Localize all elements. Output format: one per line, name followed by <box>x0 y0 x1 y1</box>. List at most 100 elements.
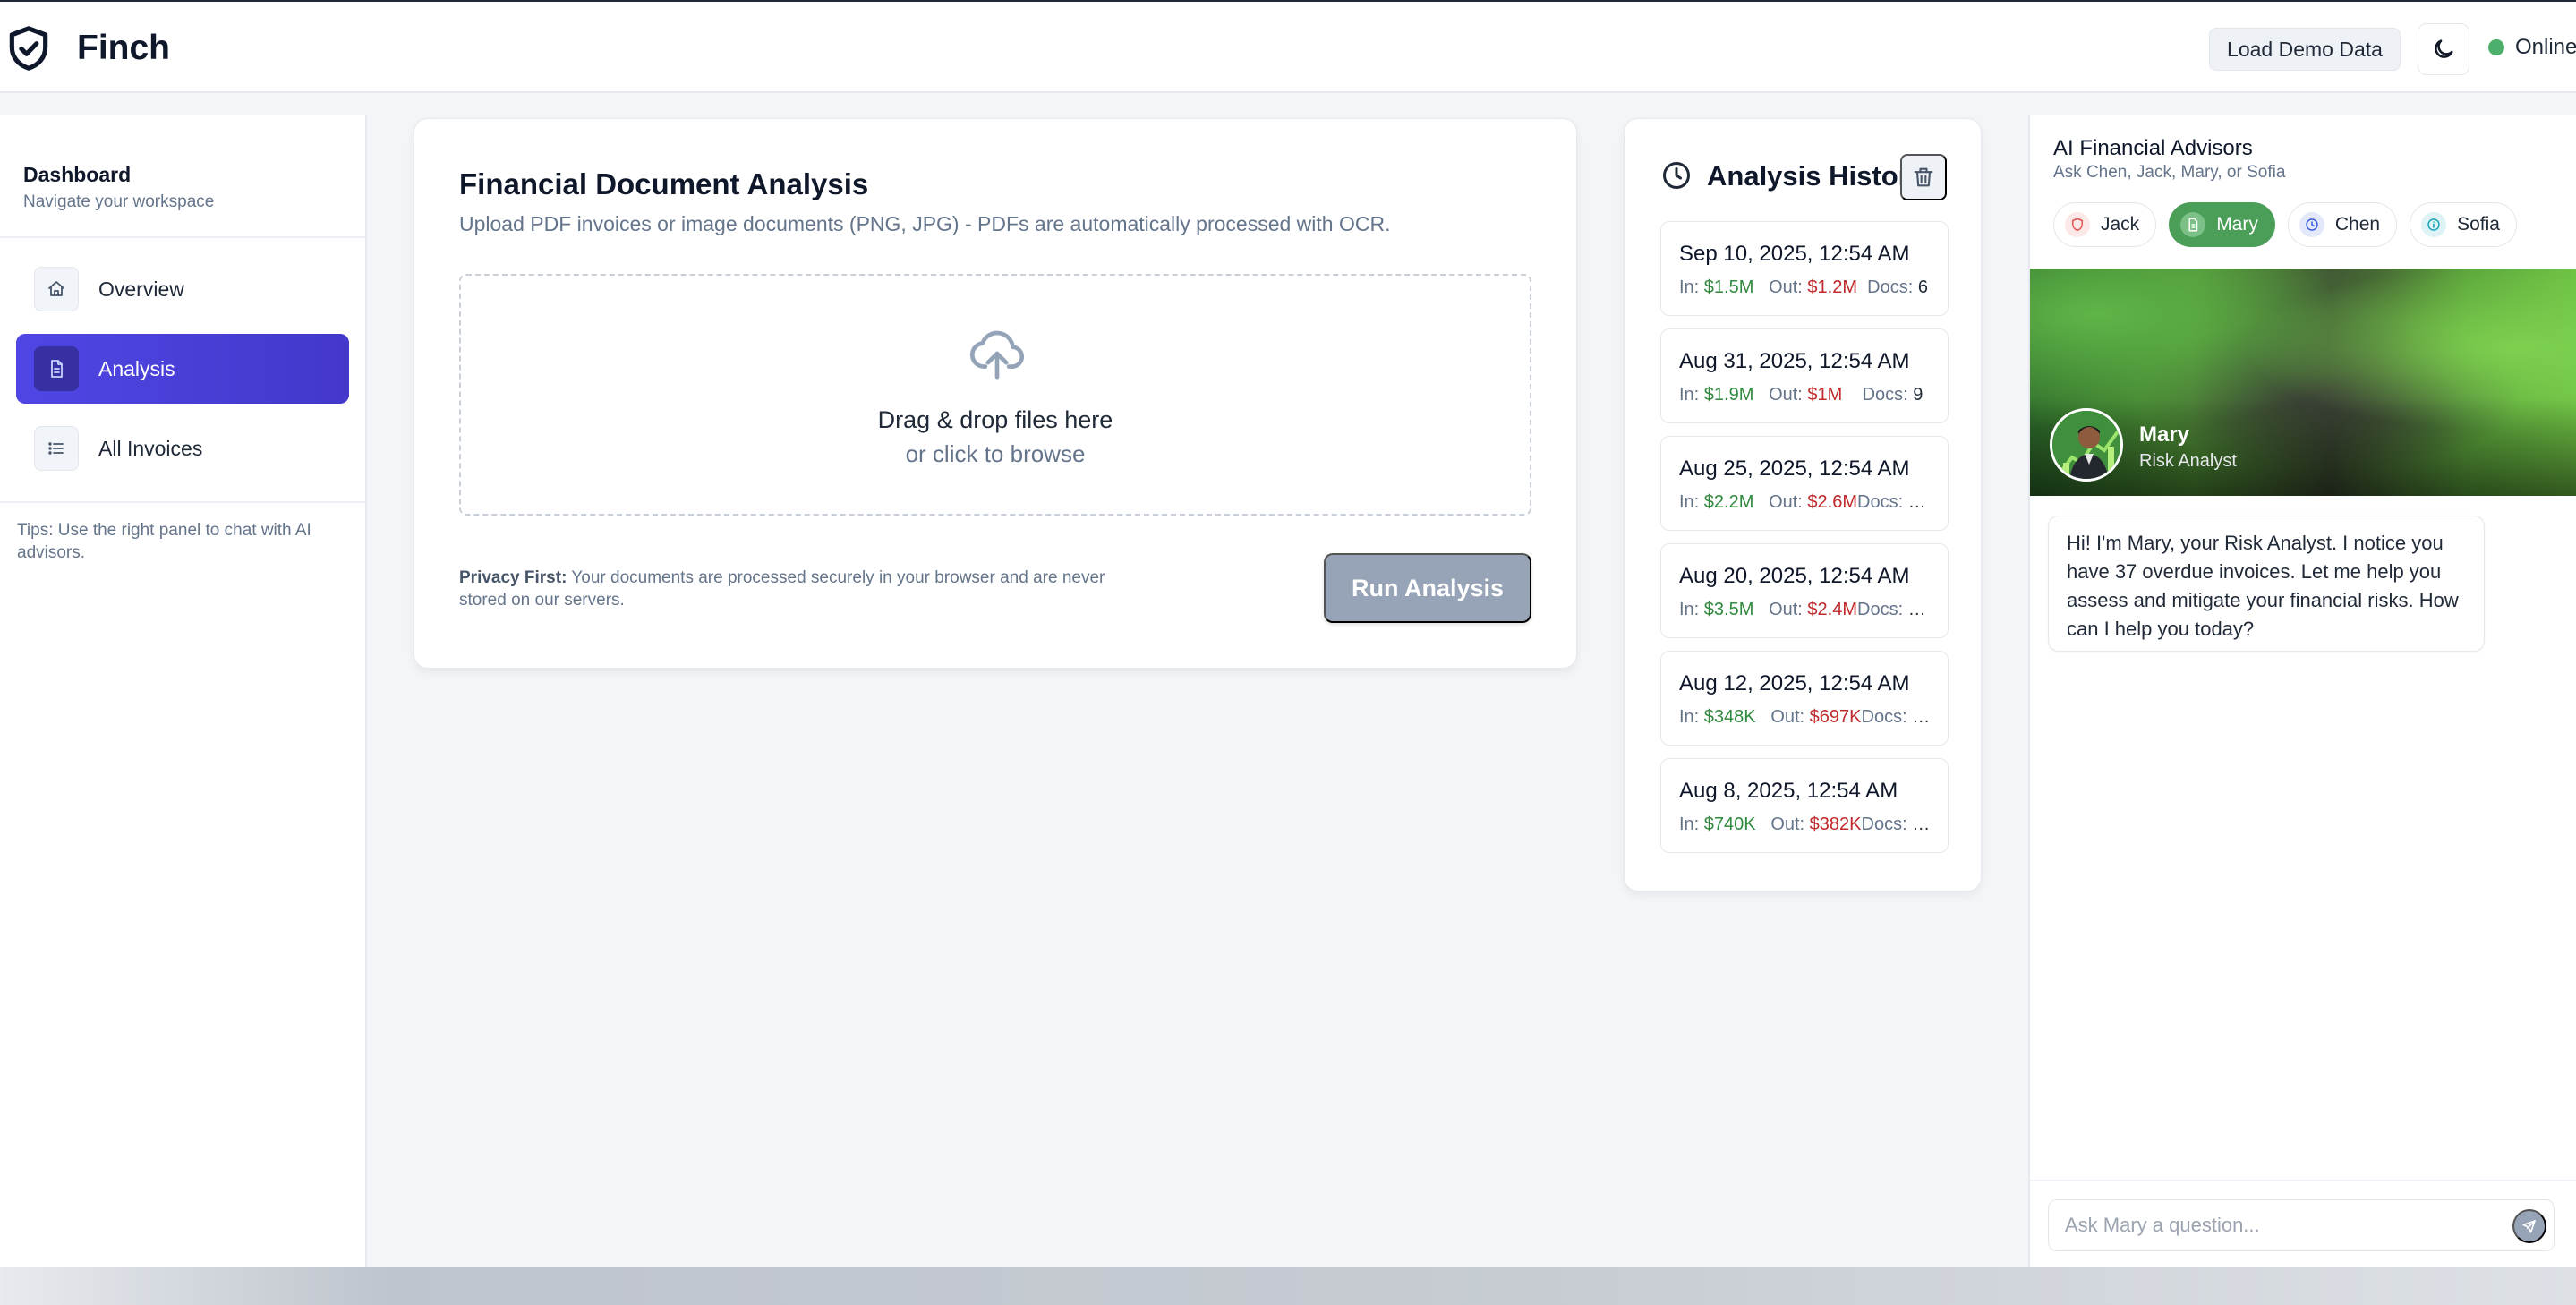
avatar <box>2050 408 2123 482</box>
brand-name: Finch <box>77 29 170 67</box>
history-in-amount: $348K <box>1703 707 1756 727</box>
history-item-meta: In: $1.5M Out: $1.2M Docs: 6 <box>1679 277 1928 297</box>
history-item-date: Aug 12, 2025, 12:54 AM <box>1679 671 1910 695</box>
history-in-amount: $1.9M <box>1703 385 1754 405</box>
sidebar-item-label: Overview <box>98 277 184 301</box>
history-item-date: Aug 20, 2025, 12:54 AM <box>1679 564 1910 588</box>
history-item-date: Aug 31, 2025, 12:54 AM <box>1679 349 1910 373</box>
analysis-history-card: Analysis History Sep 10, 2025, 12:54 AM … <box>1624 118 1982 891</box>
advisor-message: Hi! I'm Mary, your Risk Analyst. I notic… <box>2048 516 2485 652</box>
history-item-meta: In: $2.2M Out: $2.6MDocs: … <box>1679 492 1926 512</box>
sidebar-subtitle: Navigate your workspace <box>23 192 215 211</box>
history-docs-count: 6 <box>1917 277 1928 297</box>
privacy-label: Privacy First: <box>459 568 567 587</box>
sidebar: Dashboard Navigate your workspace Overvi… <box>0 115 367 1267</box>
privacy-note: Privacy First: Your documents are proces… <box>459 567 1139 611</box>
shield-check-icon <box>4 23 54 73</box>
chat-footer-divider <box>2030 1180 2576 1181</box>
moon-icon <box>2431 37 2456 62</box>
history-docs-count: … <box>1907 492 1926 512</box>
history-item[interactable]: Aug 8, 2025, 12:54 AM In: $740K Out: $38… <box>1660 758 1949 853</box>
advisor-tab-jack[interactable]: Jack <box>2053 202 2157 247</box>
advisor-hero-role: Risk Analyst <box>2139 451 2237 471</box>
history-item-meta: In: $3.5M Out: $2.4MDocs: … <box>1679 600 1926 619</box>
history-out-amount: $1.2M <box>1807 277 1858 297</box>
sidebar-title: Dashboard <box>23 163 132 186</box>
advisor-tabs: Jack Mary Chen Sofia <box>2053 202 2529 247</box>
history-item-date: Sep 10, 2025, 12:54 AM <box>1679 242 1910 266</box>
clear-history-button[interactable] <box>1900 154 1947 200</box>
history-item[interactable]: Sep 10, 2025, 12:54 AM In: $1.5M Out: $1… <box>1660 221 1949 316</box>
history-docs-count: … <box>1912 707 1931 727</box>
upload-cloud-icon <box>966 322 1028 385</box>
chat-input[interactable] <box>2065 1200 2495 1250</box>
document-icon <box>34 346 79 391</box>
advisor-name: Jack <box>2101 214 2140 235</box>
history-item-date: Aug 25, 2025, 12:54 AM <box>1679 456 1910 481</box>
advisor-name: Chen <box>2334 214 2381 235</box>
analysis-card: Financial Document Analysis Upload PDF i… <box>414 118 1577 669</box>
sidebar-item-analysis[interactable]: Analysis <box>16 334 349 404</box>
history-in-amount: $1.5M <box>1703 277 1754 297</box>
brand[interactable]: Finch <box>4 23 170 73</box>
sidebar-divider <box>0 501 365 503</box>
history-docs-count: … <box>1907 600 1926 619</box>
connection-status: Online <box>2488 35 2576 60</box>
file-dropzone[interactable]: Drag & drop files here or click to brows… <box>459 274 1531 516</box>
history-in-amount: $2.2M <box>1703 492 1754 512</box>
history-out-amount: $1M <box>1807 385 1843 405</box>
clock-icon <box>1660 159 1693 192</box>
advisor-chat-panel: AI Financial Advisors Ask Chen, Jack, Ma… <box>2028 115 2576 1267</box>
history-item-meta: In: $740K Out: $382KDocs: … <box>1679 815 1931 834</box>
list-icon <box>34 426 79 471</box>
send-icon <box>2521 1218 2538 1234</box>
analysis-title: Financial Document Analysis <box>459 167 869 200</box>
status-text: Online <box>2515 35 2576 59</box>
sidebar-item-all-invoices[interactable]: All Invoices <box>16 414 349 483</box>
load-demo-data-button[interactable]: Load Demo Data <box>2209 28 2401 71</box>
sidebar-tips: Tips: Use the right panel to chat with A… <box>17 521 311 562</box>
history-out-amount: $2.4M <box>1807 600 1858 619</box>
advisor-tab-mary[interactable]: Mary <box>2169 202 2275 247</box>
dropzone-label: Drag & drop files here <box>877 406 1113 433</box>
history-item-meta: In: $348K Out: $697KDocs: … <box>1679 707 1931 727</box>
advisor-tab-chen[interactable]: Chen <box>2287 202 2398 247</box>
advisor-name: Sofia <box>2457 214 2500 235</box>
send-button[interactable] <box>2512 1209 2546 1243</box>
history-title: Analysis History <box>1707 160 1924 192</box>
history-item[interactable]: Aug 25, 2025, 12:54 AM In: $2.2M Out: $2… <box>1660 436 1949 531</box>
history-out-amount: $382K <box>1809 815 1862 834</box>
bottom-strip <box>0 1267 2576 1305</box>
sidebar-divider <box>0 236 365 238</box>
history-item-meta: In: $1.9M Out: $1M Docs: 9 <box>1679 385 1923 405</box>
advisor-hero-banner: Mary Risk Analyst <box>2030 269 2576 496</box>
top-bar: Finch Load Demo Data Online <box>0 0 2576 93</box>
history-item-date: Aug 8, 2025, 12:54 AM <box>1679 779 1898 803</box>
analysis-subtitle: Upload PDF invoices or image documents (… <box>459 212 1391 235</box>
dropzone-browse-label: or click to browse <box>905 440 1086 467</box>
history-item[interactable]: Aug 31, 2025, 12:54 AM In: $1.9M Out: $1… <box>1660 328 1949 423</box>
sidebar-item-overview[interactable]: Overview <box>16 254 349 324</box>
chat-subtitle: Ask Chen, Jack, Mary, or Sofia <box>2053 163 2286 182</box>
history-item[interactable]: Aug 20, 2025, 12:54 AM In: $3.5M Out: $2… <box>1660 543 1949 638</box>
clock-icon <box>2299 212 2324 237</box>
history-out-amount: $2.6M <box>1807 492 1858 512</box>
theme-toggle-button[interactable] <box>2418 23 2469 75</box>
chat-input-wrapper <box>2048 1199 2555 1251</box>
history-item[interactable]: Aug 12, 2025, 12:54 AM In: $348K Out: $6… <box>1660 651 1949 746</box>
document-icon <box>2180 212 2206 237</box>
history-docs-count: 9 <box>1913 385 1923 405</box>
history-docs-count: … <box>1912 815 1931 834</box>
sidebar-item-label: All Invoices <box>98 436 203 460</box>
advisor-hero-name: Mary <box>2139 422 2190 447</box>
home-icon <box>34 267 79 311</box>
trash-icon <box>1911 165 1936 190</box>
status-dot <box>2488 39 2504 55</box>
history-out-amount: $697K <box>1809 707 1862 727</box>
advisor-tab-sofia[interactable]: Sofia <box>2410 202 2517 247</box>
info-icon <box>2421 212 2447 237</box>
chat-title: AI Financial Advisors <box>2053 136 2253 160</box>
run-analysis-button[interactable]: Run Analysis <box>1324 553 1531 623</box>
history-in-amount: $740K <box>1703 815 1756 834</box>
advisor-name: Mary <box>2216 214 2258 235</box>
